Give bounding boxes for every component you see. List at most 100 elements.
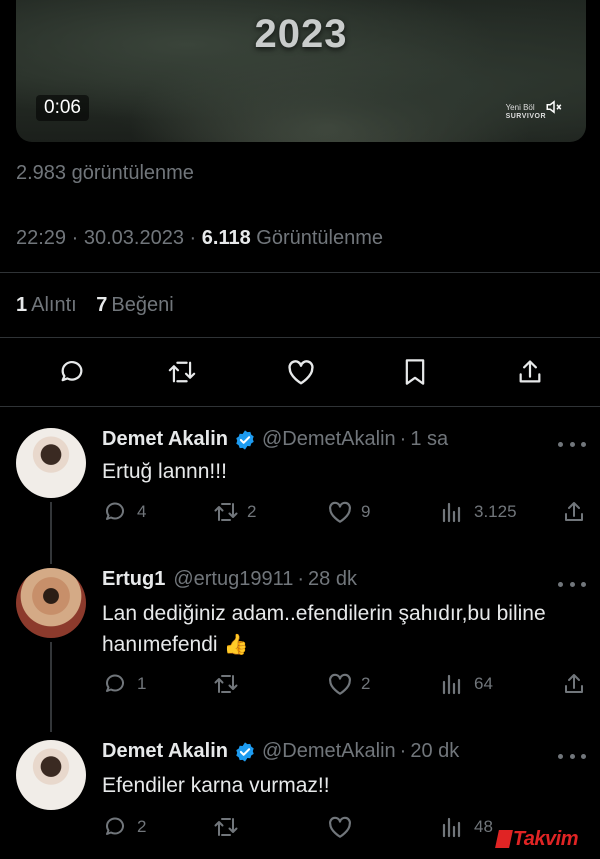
- meta-separator: ·: [399, 740, 407, 762]
- quotes-link[interactable]: 1 Alıntı: [16, 294, 77, 316]
- repost-button[interactable]: [213, 671, 247, 697]
- reply-button[interactable]: 4: [103, 499, 146, 525]
- site-watermark: Takvim: [493, 827, 588, 851]
- likes-count: 7: [96, 294, 108, 316]
- video-title-overlay: 2023: [254, 12, 348, 56]
- display-name[interactable]: Demet Akalin: [102, 740, 228, 763]
- user-handle[interactable]: @DemetAkalin: [262, 740, 396, 763]
- watermark-text: Takvim: [512, 827, 579, 850]
- user-handle[interactable]: @ertug19911: [173, 568, 293, 591]
- more-options-icon[interactable]: [558, 746, 586, 766]
- tweet-action-bar: 4 2 9 3.125: [0, 499, 600, 527]
- share-icon: [519, 360, 541, 383]
- tweet-time[interactable]: 20 dk: [410, 740, 459, 763]
- likes-link[interactable]: 7 Beğeni: [96, 294, 173, 316]
- view-count: 3.125: [474, 502, 517, 521]
- share-button[interactable]: [562, 671, 596, 697]
- repost-button[interactable]: 2: [213, 499, 256, 525]
- likes-label: Beğeni: [111, 294, 174, 316]
- tweet-text-body: Lan dediğiniz adam..efendilerin şahıdır,…: [102, 602, 546, 656]
- tweet-header: Ertug1 @ertug19911 · 28 dk: [102, 568, 357, 591]
- heart-icon: [329, 816, 351, 838]
- bookmark-icon: [405, 359, 425, 385]
- total-views-label: Görüntülenme: [256, 227, 384, 249]
- heart-icon: [288, 360, 314, 385]
- meta-separator: ·: [189, 227, 197, 249]
- like-button[interactable]: [283, 354, 319, 390]
- like-count: 9: [361, 502, 371, 521]
- views-button[interactable]: 64: [440, 671, 493, 697]
- thumbs-up-emoji: 👍: [223, 634, 249, 656]
- view-count: 64: [474, 674, 493, 693]
- reply-button[interactable]: 1: [103, 671, 146, 697]
- reply-count: 2: [137, 817, 147, 836]
- repost-button[interactable]: [213, 814, 247, 840]
- views-button[interactable]: 3.125: [440, 499, 517, 525]
- bookmark-button[interactable]: [397, 354, 433, 390]
- heart-icon: [329, 501, 351, 523]
- tweet-text: Lan dediğiniz adam..efendilerin şahıdır,…: [102, 598, 572, 661]
- tweet-time[interactable]: 28 dk: [308, 568, 357, 591]
- avatar[interactable]: [16, 740, 86, 810]
- reply-tweet[interactable]: Ertug1 @ertug19911 · 28 dk Lan dediğiniz…: [0, 556, 600, 732]
- tweet-text: Efendiler karna vurmaz!!: [102, 774, 330, 797]
- reply-button[interactable]: [54, 354, 90, 390]
- reply-icon: [106, 502, 124, 520]
- tweet-action-bar: 1 2 64: [0, 671, 600, 699]
- reply-count: 4: [137, 502, 147, 521]
- display-name[interactable]: Demet Akalin: [102, 428, 228, 451]
- repost-icon: [214, 818, 238, 836]
- more-options-icon[interactable]: [558, 434, 586, 454]
- meta-separator: ·: [399, 428, 407, 450]
- channel-logo-line2: SURVIVOR: [505, 113, 546, 120]
- reply-tweet[interactable]: Demet Akalin @DemetAkalin · 1 sa Ertuğ l…: [0, 406, 600, 564]
- avatar[interactable]: [16, 428, 86, 498]
- share-button[interactable]: [562, 499, 596, 525]
- video-duration: 0:06: [36, 95, 89, 121]
- repost-icon: [168, 361, 196, 383]
- tweet-header: Demet Akalin @DemetAkalin · 1 sa: [102, 428, 448, 451]
- share-icon: [565, 674, 583, 693]
- display-name[interactable]: Ertug1: [102, 568, 165, 591]
- like-button[interactable]: 9: [327, 499, 370, 525]
- repost-count: 2: [247, 502, 257, 521]
- reply-button[interactable]: 2: [103, 814, 146, 840]
- repost-icon: [214, 503, 238, 521]
- mute-icon[interactable]: [544, 98, 564, 116]
- post-meta: 22:29 · 30.03.2023 · 6.118 Görüntülenme: [16, 227, 383, 250]
- divider: [0, 272, 600, 273]
- like-count: 2: [361, 674, 371, 693]
- video-view-count: 2.983 görüntülenme: [16, 162, 194, 184]
- share-icon: [565, 502, 583, 521]
- engagement-stats: 1 Alıntı 7 Beğeni: [16, 294, 174, 317]
- repost-icon: [214, 675, 238, 693]
- reply-icon: [106, 674, 124, 692]
- video-player[interactable]: 2023 0:06 Yeni Böl SURVIVOR: [16, 0, 586, 142]
- post-date[interactable]: 30.03.2023: [84, 227, 184, 249]
- channel-logo-line1: Yeni Böl: [505, 103, 535, 112]
- like-button[interactable]: [327, 814, 361, 840]
- reply-icon: [61, 360, 83, 382]
- channel-logo: Yeni Böl SURVIVOR: [506, 103, 546, 121]
- meta-separator: ·: [71, 227, 79, 249]
- repost-button[interactable]: [164, 354, 200, 390]
- heart-icon: [329, 673, 351, 695]
- user-handle[interactable]: @DemetAkalin: [262, 428, 396, 451]
- meta-separator: ·: [297, 568, 305, 590]
- view-count: 48: [474, 817, 493, 836]
- tweet-time[interactable]: 1 sa: [410, 428, 448, 451]
- quotes-count: 1: [16, 294, 28, 316]
- quotes-label: Alıntı: [31, 294, 77, 316]
- share-button[interactable]: [512, 354, 548, 390]
- verified-badge-icon: [236, 429, 254, 450]
- post-action-bar: [0, 354, 600, 390]
- views-button[interactable]: 48: [440, 814, 493, 840]
- more-options-icon[interactable]: [558, 574, 586, 594]
- post-time[interactable]: 22:29: [16, 227, 66, 249]
- avatar[interactable]: [16, 568, 86, 638]
- like-button[interactable]: 2: [327, 671, 370, 697]
- divider: [0, 337, 600, 338]
- analytics-icon: [442, 817, 461, 838]
- reply-count: 1: [137, 674, 147, 693]
- tweet-header: Demet Akalin @DemetAkalin · 20 dk: [102, 740, 459, 763]
